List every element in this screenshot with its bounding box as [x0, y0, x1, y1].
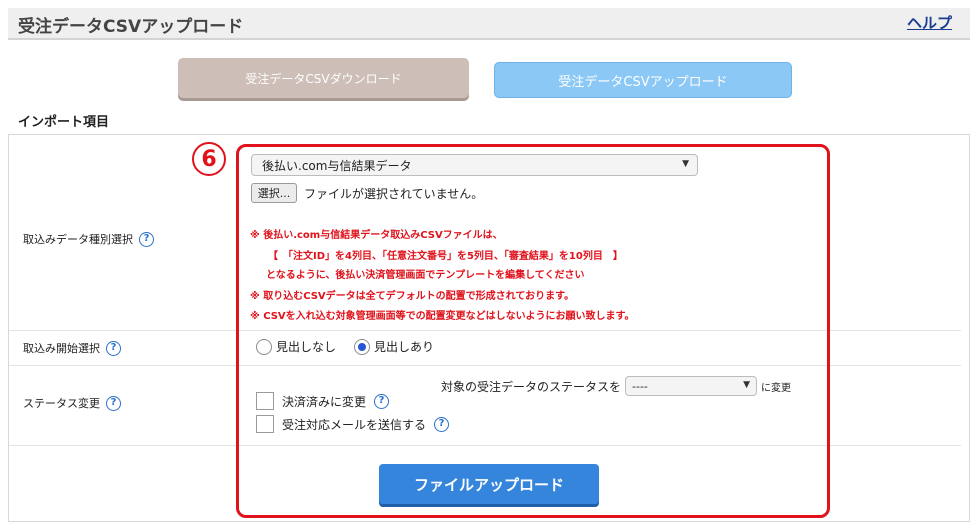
note-line: 【 「注文ID」を4列目、「任意注文番号」を5列目、「審査結果」を10列目 】 [268, 251, 623, 262]
radio-label-no-header: 見出しなし [276, 340, 337, 354]
status-select[interactable]: ---- ▼ [625, 376, 758, 396]
radio-no-header[interactable] [256, 338, 272, 355]
note-line: ※ CSVを入れ込む対象管理画面等での配置変更などはしないようにお願い致します。 [250, 311, 635, 322]
row-label-start: 取込み開始選択 ? [23, 340, 121, 356]
section-title: インポート項目 [18, 115, 110, 130]
help-link[interactable]: ヘルプ [907, 12, 952, 33]
data-type-select[interactable]: 後払い.com与信結果データ ▼ [251, 154, 698, 176]
help-question-icon[interactable]: ? [434, 416, 450, 432]
radio-with-header[interactable] [354, 338, 371, 355]
help-question-icon[interactable]: ? [374, 393, 390, 409]
checkbox-settled[interactable] [256, 392, 274, 410]
tab-csv-download[interactable]: 受注データCSVダウンロード [178, 58, 469, 98]
note-line: となるように、後払い決済管理画面でテンプレートを編集してください [266, 270, 585, 281]
status-label: ステータス変更 [23, 397, 100, 410]
data-type-label: 取込みデータ種別選択 [23, 233, 133, 246]
checkbox-mail-label: 受注対応メールを送信する [282, 417, 427, 432]
header-radio-group: 見出しなし 見出しあり [256, 338, 434, 355]
status-prefix: 対象の受注データのステータスを [441, 379, 622, 394]
page-title: 受注データCSVアップロード [18, 17, 244, 37]
help-question-icon[interactable]: ? [106, 340, 121, 356]
row-label-status: ステータス変更 ? [23, 395, 121, 411]
file-upload-button[interactable]: ファイルアップロード [379, 464, 599, 504]
page-header: 受注データCSVアップロード ヘルプ [8, 8, 970, 40]
tab-csv-upload[interactable]: 受注データCSVアップロード [494, 62, 792, 98]
note-line: ※ 取り込むCSVデータは全てデフォルトの配置で形成されております。 [250, 291, 575, 302]
status-suffix: に変更 [761, 382, 792, 394]
checkbox-settled-label: 決済済みに変更 [282, 394, 367, 409]
data-type-select-value: 後払い.com与信結果データ [262, 158, 412, 173]
status-change-line: 対象の受注データのステータスを ---- ▼ に変更 [441, 376, 791, 396]
checkbox-send-mail[interactable] [256, 415, 274, 433]
check-row-settled: 決済済みに変更 ? [256, 392, 390, 410]
step-number-badge: 6 [192, 142, 226, 176]
radio-label-with-header: 見出しあり [374, 340, 435, 354]
row-label-data-type: 取込みデータ種別選択 ? [23, 231, 154, 247]
chevron-down-icon: ▼ [682, 159, 689, 169]
status-select-value: ---- [632, 379, 648, 393]
file-choose-button[interactable]: 選択... [251, 183, 297, 203]
note-line: ※ 後払い.com与信結果データ取込みCSVファイルは、 [250, 230, 503, 241]
help-question-icon[interactable]: ? [139, 231, 154, 247]
help-question-icon[interactable]: ? [106, 395, 121, 411]
check-row-mail: 受注対応メールを送信する ? [256, 415, 450, 433]
chevron-down-icon: ▼ [743, 380, 751, 390]
file-status-text: ファイルが選択されていません。 [304, 187, 484, 201]
start-label: 取込み開始選択 [23, 342, 100, 355]
